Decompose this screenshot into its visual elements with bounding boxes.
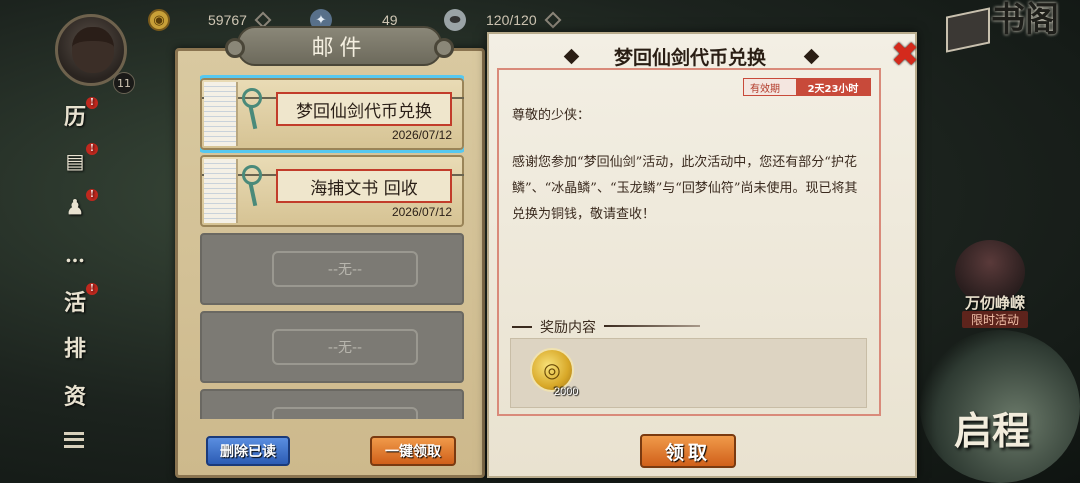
limited-event-tag: 限时活动 — [962, 311, 1028, 328]
letter-icon — [204, 159, 238, 223]
expiry-label: 有效期 — [750, 83, 780, 95]
mail-greeting: 尊敬的少侠： — [512, 108, 591, 123]
expiry-badge: 有效期 2天23小时 — [743, 78, 871, 96]
avatar-face — [72, 27, 114, 73]
scroll-cap-icon — [434, 38, 454, 58]
depart-button[interactable]: 启程 — [920, 400, 1030, 455]
stamina-icon: ⬬ — [444, 9, 466, 31]
notification-badge: ! — [86, 143, 98, 155]
stamina-resource[interactable]: ⬬ 120/120 — [444, 9, 562, 31]
mail-body: 感谢您参加“梦回仙剑”活动，此次活动中，您还有部分“护花鳞”、“冰晶鳞”、“玉龙… — [512, 155, 858, 222]
mail-date: 2026/07/12 — [391, 128, 452, 142]
reward-divider — [604, 325, 700, 327]
nav-events[interactable]: 活 ! — [52, 281, 98, 321]
empty-mail-slot: --无-- — [200, 311, 464, 383]
book-pavilion-label[interactable]: 书阁 — [990, 2, 1060, 38]
knot-icon — [242, 165, 262, 185]
card-icon: ▤ — [65, 149, 85, 173]
claim-all-button[interactable]: 一键领取 — [370, 436, 456, 466]
nav-card[interactable]: ▤ ! — [52, 141, 98, 181]
treasure-box-icon[interactable] — [946, 7, 990, 53]
copper-value: 59767 — [208, 12, 247, 28]
nav-chat[interactable]: … — [52, 235, 98, 275]
delete-read-button[interactable]: 删除已读 — [206, 436, 290, 466]
notification-badge: ! — [86, 189, 98, 201]
reward-quantity: 2000 — [554, 386, 579, 398]
add-stamina-icon[interactable] — [544, 11, 562, 29]
mail-item[interactable]: 海捕文书 回收 2026/07/12 — [200, 155, 464, 227]
claim-button[interactable]: 领取 — [640, 434, 736, 468]
nav-events-label: 活 — [63, 290, 86, 316]
mail-list[interactable]: 梦回仙剑代币兑换 2026/07/12 海捕文书 回收 2026/07/12 -… — [200, 75, 464, 419]
reward-label: 奖励内容 — [512, 317, 596, 337]
chat-icon: … — [65, 243, 85, 267]
nav-rank[interactable]: 排 — [52, 327, 98, 367]
notification-badge: ! — [86, 97, 98, 109]
empty-label: --无-- — [272, 251, 418, 287]
event-title[interactable]: 万仞峥嵘 — [950, 292, 1040, 313]
mail-subject: 海捕文书 回收 — [276, 169, 452, 203]
mail-panel-title: 邮件 — [311, 36, 368, 61]
coin-icon: ◉ — [148, 9, 170, 31]
mail-item[interactable]: 梦回仙剑代币兑换 2026/07/12 — [200, 75, 464, 153]
mail-panel-header: 邮件 — [225, 26, 454, 66]
player-level-badge: 11 — [113, 72, 135, 94]
mail-subject: 梦回仙剑代币兑换 — [276, 92, 452, 126]
mail-date: 2026/07/12 — [391, 205, 452, 219]
close-icon[interactable]: ✖ — [885, 35, 925, 75]
nav-friends[interactable]: ♟ ! — [52, 187, 98, 227]
nav-resources-label: 资 — [63, 384, 86, 410]
empty-label: --无-- — [272, 329, 418, 365]
menu-icon[interactable] — [64, 432, 84, 448]
nav-resources[interactable]: 资 — [52, 375, 98, 415]
empty-label: --无-- — [272, 407, 418, 419]
mail-detail-title: 梦回仙剑代币兑换 — [613, 46, 766, 69]
empty-mail-slot: --无-- — [200, 233, 464, 305]
expiry-value: 2天23小时 — [796, 79, 870, 95]
scroll-cap-icon — [225, 38, 245, 58]
nav-history-label: 历 — [63, 104, 86, 130]
letter-icon — [204, 82, 238, 146]
friends-icon: ♟ — [66, 195, 84, 219]
knot-icon — [242, 88, 262, 108]
notification-badge: ! — [86, 283, 98, 295]
nav-history[interactable]: 历 ! — [52, 95, 98, 135]
nav-rank-label: 排 — [63, 336, 86, 362]
stamina-value: 120/120 — [486, 12, 537, 28]
empty-mail-slot: --无-- — [200, 389, 464, 419]
